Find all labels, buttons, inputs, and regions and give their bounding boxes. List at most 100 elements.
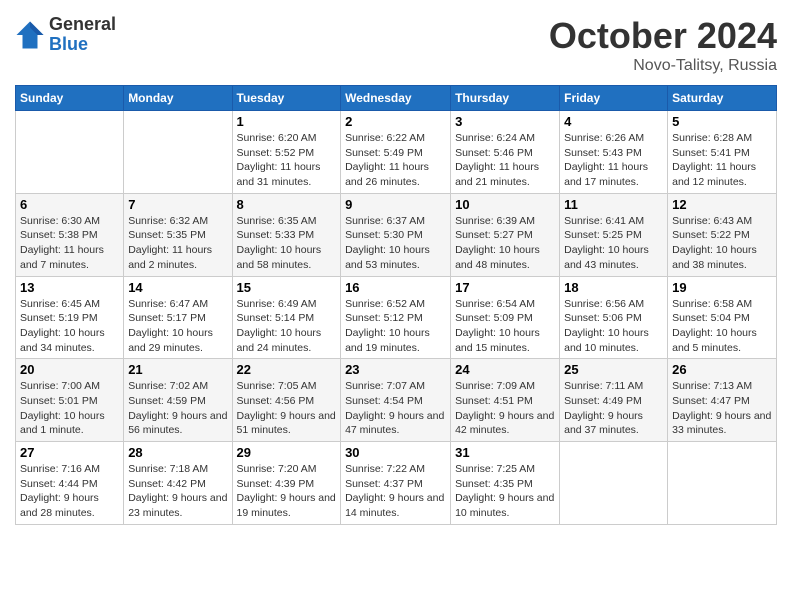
day-info: Sunrise: 6:26 AMSunset: 5:43 PMDaylight:…: [564, 131, 663, 190]
calendar-cell: 5 Sunrise: 6:28 AMSunset: 5:41 PMDaylight…: [668, 111, 777, 194]
calendar-cell: 25 Sunrise: 7:11 AMSunset: 4:49 PMDayligh…: [560, 359, 668, 442]
calendar-cell: 24Sunrise: 7:09 AMSunset: 4:51 PMDayligh…: [451, 359, 560, 442]
day-info: Sunrise: 6:52 AMSunset: 5:12 PMDaylight:…: [345, 297, 446, 356]
week-row-4: 20 Sunrise: 7:00 AMSunset: 5:01 PMDayligh…: [16, 359, 777, 442]
header-saturday: Saturday: [668, 86, 777, 111]
week-row-1: 1 Sunrise: 6:20 AMSunset: 5:52 PMDaylight…: [16, 111, 777, 194]
week-row-3: 13 Sunrise: 6:45 AMSunset: 5:19 PMDayligh…: [16, 276, 777, 359]
calendar-table: SundayMondayTuesdayWednesdayThursdayFrid…: [15, 85, 777, 525]
calendar-cell: 9 Sunrise: 6:37 AMSunset: 5:30 PMDaylight…: [341, 193, 451, 276]
header-sunday: Sunday: [16, 86, 124, 111]
title-area: October 2024 Novo-Talitsy, Russia: [549, 15, 777, 75]
calendar-cell: 1 Sunrise: 6:20 AMSunset: 5:52 PMDaylight…: [232, 111, 341, 194]
logo-text: General Blue: [49, 15, 116, 55]
day-number: 6: [20, 197, 119, 212]
day-info: Sunrise: 6:58 AMSunset: 5:04 PMDaylight:…: [672, 297, 772, 356]
calendar-header-row: SundayMondayTuesdayWednesdayThursdayFrid…: [16, 86, 777, 111]
day-number: 14: [128, 280, 227, 295]
calendar-cell: 15 Sunrise: 6:49 AMSunset: 5:14 PMDayligh…: [232, 276, 341, 359]
calendar-cell: 16 Sunrise: 6:52 AMSunset: 5:12 PMDayligh…: [341, 276, 451, 359]
day-info: Sunrise: 6:24 AMSunset: 5:46 PMDaylight:…: [455, 131, 555, 190]
header-tuesday: Tuesday: [232, 86, 341, 111]
calendar-cell: [124, 111, 232, 194]
day-number: 5: [672, 114, 772, 129]
day-number: 16: [345, 280, 446, 295]
week-row-5: 27 Sunrise: 7:16 AMSunset: 4:44 PMDayligh…: [16, 442, 777, 525]
day-number: 29: [237, 445, 337, 460]
day-info: Sunrise: 6:56 AMSunset: 5:06 PMDaylight:…: [564, 297, 663, 356]
day-info: Sunrise: 7:09 AMSunset: 4:51 PMDaylight:…: [455, 379, 555, 438]
calendar-cell: [560, 442, 668, 525]
calendar-cell: 10 Sunrise: 6:39 AMSunset: 5:27 PMDayligh…: [451, 193, 560, 276]
calendar-cell: 20 Sunrise: 7:00 AMSunset: 5:01 PMDayligh…: [16, 359, 124, 442]
header-friday: Friday: [560, 86, 668, 111]
day-info: Sunrise: 6:43 AMSunset: 5:22 PMDaylight:…: [672, 214, 772, 273]
day-number: 11: [564, 197, 663, 212]
calendar-cell: [16, 111, 124, 194]
day-number: 10: [455, 197, 555, 212]
logo: General Blue: [15, 15, 116, 55]
week-row-2: 6Sunrise: 6:30 AMSunset: 5:38 PMDaylight…: [16, 193, 777, 276]
calendar-cell: 21 Sunrise: 7:02 AMSunset: 4:59 PMDayligh…: [124, 359, 232, 442]
day-info: Sunrise: 6:45 AMSunset: 5:19 PMDaylight:…: [20, 297, 119, 356]
calendar-cell: 27 Sunrise: 7:16 AMSunset: 4:44 PMDayligh…: [16, 442, 124, 525]
day-number: 12: [672, 197, 772, 212]
day-info: Sunrise: 6:32 AMSunset: 5:35 PMDaylight:…: [128, 214, 227, 273]
day-number: 4: [564, 114, 663, 129]
calendar-cell: [668, 442, 777, 525]
calendar-cell: 22 Sunrise: 7:05 AMSunset: 4:56 PMDayligh…: [232, 359, 341, 442]
calendar-cell: 8Sunrise: 6:35 AMSunset: 5:33 PMDaylight…: [232, 193, 341, 276]
day-info: Sunrise: 7:25 AMSunset: 4:35 PMDaylight:…: [455, 462, 555, 521]
day-number: 26: [672, 362, 772, 377]
day-number: 22: [237, 362, 337, 377]
calendar-cell: 13 Sunrise: 6:45 AMSunset: 5:19 PMDayligh…: [16, 276, 124, 359]
location: Novo-Talitsy, Russia: [549, 57, 777, 75]
day-info: Sunrise: 6:28 AMSunset: 5:41 PMDaylight:…: [672, 131, 772, 190]
header-wednesday: Wednesday: [341, 86, 451, 111]
calendar-cell: 12 Sunrise: 6:43 AMSunset: 5:22 PMDayligh…: [668, 193, 777, 276]
day-info: Sunrise: 6:49 AMSunset: 5:14 PMDaylight:…: [237, 297, 337, 356]
header-monday: Monday: [124, 86, 232, 111]
day-info: Sunrise: 6:35 AMSunset: 5:33 PMDaylight:…: [237, 214, 337, 273]
day-info: Sunrise: 6:37 AMSunset: 5:30 PMDaylight:…: [345, 214, 446, 273]
calendar-cell: 11 Sunrise: 6:41 AMSunset: 5:25 PMDayligh…: [560, 193, 668, 276]
day-number: 25: [564, 362, 663, 377]
day-info: Sunrise: 6:41 AMSunset: 5:25 PMDaylight:…: [564, 214, 663, 273]
day-number: 15: [237, 280, 337, 295]
day-number: 7: [128, 197, 227, 212]
day-number: 30: [345, 445, 446, 460]
day-info: Sunrise: 6:20 AMSunset: 5:52 PMDaylight:…: [237, 131, 337, 190]
day-info: Sunrise: 7:22 AMSunset: 4:37 PMDaylight:…: [345, 462, 446, 521]
day-number: 23: [345, 362, 446, 377]
calendar-cell: 23 Sunrise: 7:07 AMSunset: 4:54 PMDayligh…: [341, 359, 451, 442]
day-number: 19: [672, 280, 772, 295]
day-number: 1: [237, 114, 337, 129]
day-number: 20: [20, 362, 119, 377]
calendar-cell: 26 Sunrise: 7:13 AMSunset: 4:47 PMDayligh…: [668, 359, 777, 442]
logo-general: General: [49, 15, 116, 35]
day-number: 9: [345, 197, 446, 212]
calendar-cell: 28 Sunrise: 7:18 AMSunset: 4:42 PMDayligh…: [124, 442, 232, 525]
day-info: Sunrise: 7:13 AMSunset: 4:47 PMDaylight:…: [672, 379, 772, 438]
day-number: 13: [20, 280, 119, 295]
day-info: Sunrise: 7:00 AMSunset: 5:01 PMDaylight:…: [20, 379, 119, 438]
day-number: 21: [128, 362, 227, 377]
day-info: Sunrise: 7:16 AMSunset: 4:44 PMDaylight:…: [20, 462, 119, 521]
day-info: Sunrise: 6:54 AMSunset: 5:09 PMDaylight:…: [455, 297, 555, 356]
day-info: Sunrise: 6:39 AMSunset: 5:27 PMDaylight:…: [455, 214, 555, 273]
calendar-cell: 19 Sunrise: 6:58 AMSunset: 5:04 PMDayligh…: [668, 276, 777, 359]
day-info: Sunrise: 7:02 AMSunset: 4:59 PMDaylight:…: [128, 379, 227, 438]
day-number: 18: [564, 280, 663, 295]
day-number: 28: [128, 445, 227, 460]
day-info: Sunrise: 7:07 AMSunset: 4:54 PMDaylight:…: [345, 379, 446, 438]
logo-blue: Blue: [49, 35, 116, 55]
day-info: Sunrise: 7:11 AMSunset: 4:49 PMDaylight:…: [564, 379, 663, 438]
calendar-cell: 3Sunrise: 6:24 AMSunset: 5:46 PMDaylight…: [451, 111, 560, 194]
page-header: General Blue October 2024 Novo-Talitsy, …: [15, 15, 777, 75]
header-thursday: Thursday: [451, 86, 560, 111]
day-number: 27: [20, 445, 119, 460]
day-info: Sunrise: 6:22 AMSunset: 5:49 PMDaylight:…: [345, 131, 446, 190]
day-info: Sunrise: 7:05 AMSunset: 4:56 PMDaylight:…: [237, 379, 337, 438]
day-info: Sunrise: 7:18 AMSunset: 4:42 PMDaylight:…: [128, 462, 227, 521]
day-info: Sunrise: 7:20 AMSunset: 4:39 PMDaylight:…: [237, 462, 337, 521]
